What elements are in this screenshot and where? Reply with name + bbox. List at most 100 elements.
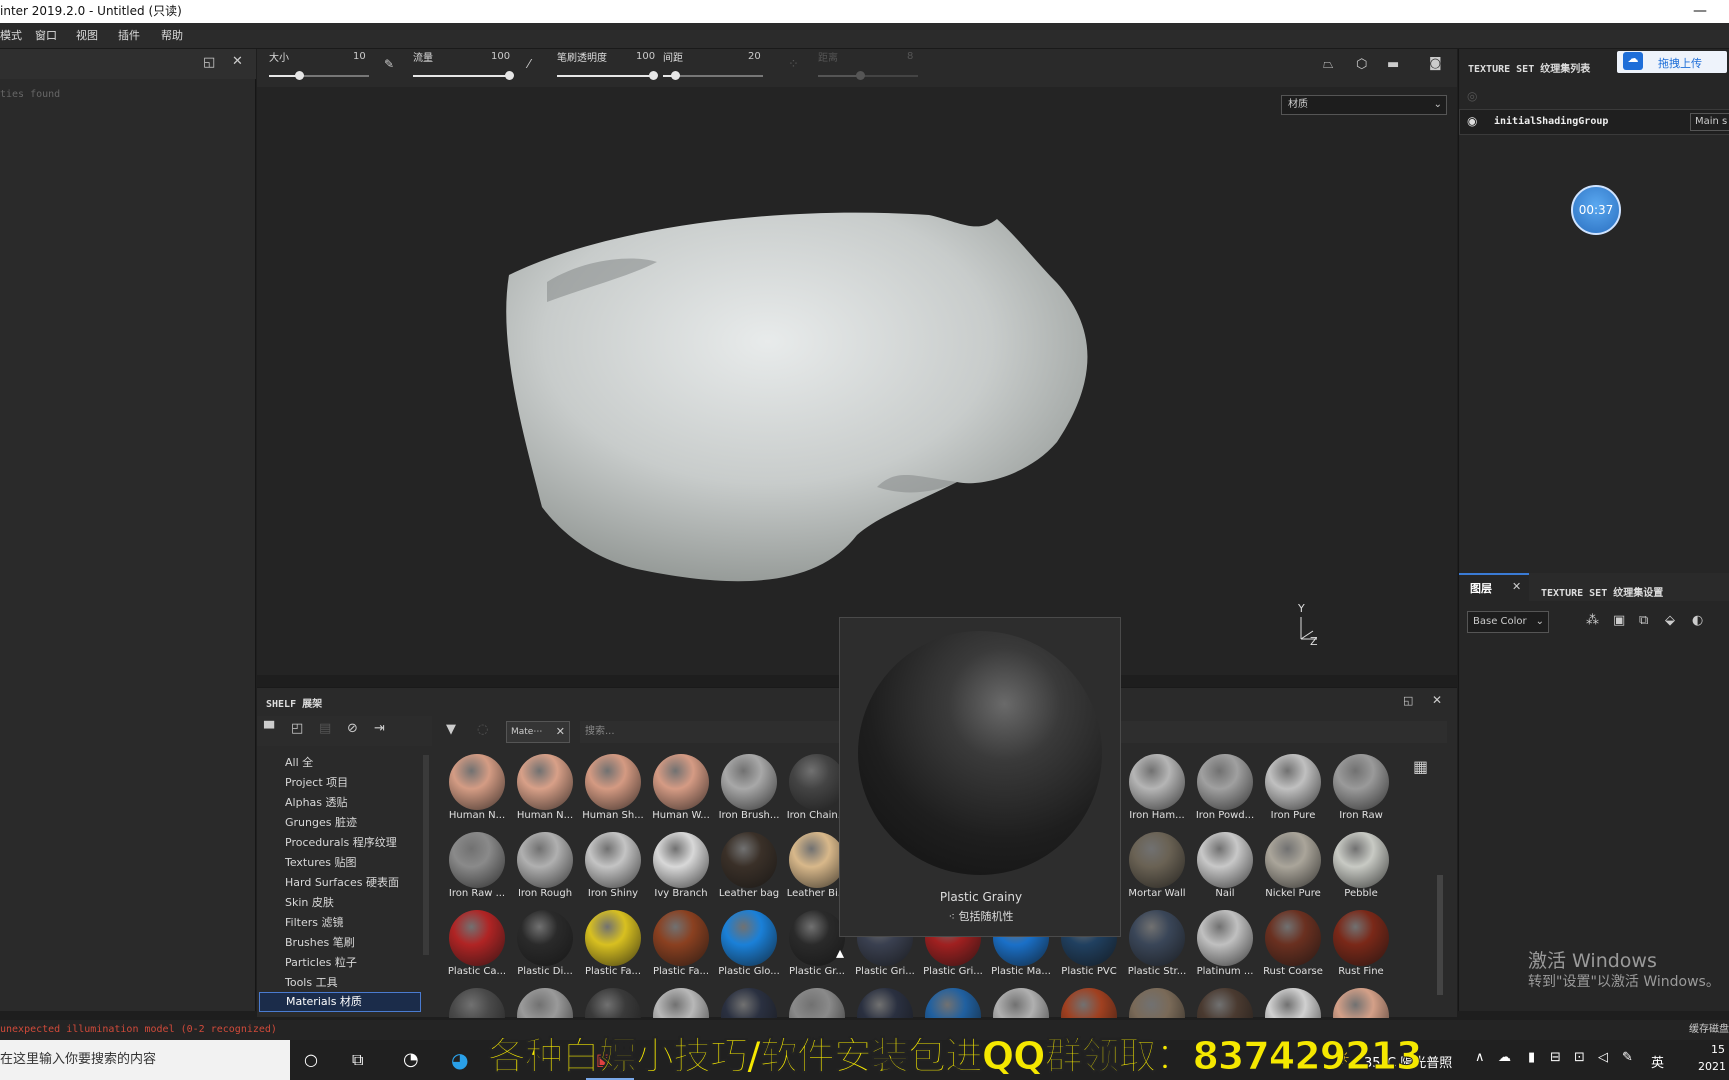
material-tile[interactable] (715, 986, 783, 1018)
material-tile[interactable]: Human Sh... (579, 752, 647, 828)
screenshot-icon[interactable]: ◙ (1429, 56, 1442, 71)
material-tile[interactable] (1055, 986, 1123, 1018)
cortana-icon[interactable]: ○ (304, 1050, 318, 1069)
float-panel-icon[interactable]: ◱ (1403, 694, 1413, 707)
close-icon[interactable]: ✕ (1512, 580, 1521, 593)
opacity-slider[interactable] (557, 71, 658, 80)
material-tile[interactable]: Iron Ham... (1123, 752, 1191, 828)
menu-mode[interactable]: 模式 (0, 23, 22, 49)
material-tile[interactable] (443, 986, 511, 1018)
material-tile[interactable] (987, 986, 1055, 1018)
clock-date[interactable]: 2021 (1698, 1060, 1726, 1073)
material-tile[interactable]: Nail (1191, 830, 1259, 906)
camera-video-icon[interactable]: ▬ (1387, 57, 1399, 72)
category-procedurals[interactable]: Procedurals 程序纹理 (285, 834, 397, 850)
flow-slider[interactable] (413, 71, 514, 80)
material-tile[interactable] (851, 986, 919, 1018)
add-layer-icon[interactable]: ⧉ (1639, 613, 1648, 628)
upload-button[interactable]: ☁ 拖拽上传 (1617, 51, 1727, 73)
material-tile[interactable]: Rust Fine (1327, 908, 1395, 984)
material-tile[interactable]: Leather bag (715, 830, 783, 906)
app-icon[interactable]: ◔ (403, 1049, 419, 1070)
material-tile[interactable]: Human N... (443, 752, 511, 828)
minimize-button[interactable]: — (1693, 0, 1707, 23)
menu-window[interactable]: 窗口 (35, 23, 57, 49)
edge-icon[interactable]: ◕ (451, 1048, 468, 1072)
material-tile[interactable]: Ivy Branch (647, 830, 715, 906)
filter-tag[interactable]: Mate⋯ ✕ (506, 721, 570, 743)
grid-scrollbar[interactable] (1437, 875, 1443, 995)
size-slider[interactable] (269, 71, 369, 80)
onedrive-icon[interactable]: ☁ (1498, 1050, 1511, 1065)
material-tile[interactable] (919, 986, 987, 1018)
category-scrollbar[interactable] (423, 755, 429, 955)
texture-set-row[interactable]: ◉ initialShadingGroup Main s (1459, 109, 1729, 135)
category-filters[interactable]: Filters 滤镜 (285, 914, 343, 930)
close-icon[interactable]: ✕ (556, 722, 565, 742)
grid-view-icon[interactable]: ▦ (1413, 757, 1428, 776)
material-tile[interactable] (1259, 986, 1327, 1018)
material-select[interactable]: 材质 ⌄ (1281, 95, 1447, 115)
import-icon[interactable]: ⇥ (374, 721, 385, 736)
category-all[interactable]: All 全 (285, 754, 313, 770)
channel-select[interactable]: Base Color ⌄ (1467, 611, 1549, 633)
tab-texture-set-settings[interactable]: TEXTURE SET 纹理集设置 (1541, 584, 1663, 599)
eye-icon[interactable]: ◉ (1467, 114, 1477, 128)
brush-icon[interactable]: ✎ (384, 57, 394, 71)
cube-icon[interactable]: ⬡ (1356, 57, 1367, 72)
refresh-icon[interactable]: ◌ (477, 722, 488, 737)
material-tile[interactable]: Iron Shiny (579, 830, 647, 906)
category-grunges[interactable]: Grunges 脏迹 (285, 814, 357, 830)
taskbar-search-input[interactable]: 在这里输入你要搜索的内容 (0, 1040, 290, 1080)
tray-app-icon[interactable]: ⊟ (1550, 1050, 1561, 1065)
main-shader-select[interactable]: Main s (1690, 113, 1729, 131)
tray-chevron-icon[interactable]: ∧ (1475, 1050, 1485, 1065)
task-view-icon[interactable]: ⧉ (352, 1050, 363, 1070)
material-tile[interactable]: Plastic Str... (1123, 908, 1191, 984)
add-fill-layer-icon[interactable]: ⬙ (1665, 613, 1675, 628)
float-panel-icon[interactable]: ◱ (203, 55, 215, 70)
folder-icon[interactable]: ▀ (264, 722, 274, 737)
category-brushes[interactable]: Brushes 笔刷 (285, 934, 355, 950)
new-shelf-icon[interactable]: ◰ (291, 721, 303, 736)
menu-view[interactable]: 视图 (76, 23, 98, 49)
material-tile[interactable]: Iron Raw (1327, 752, 1395, 828)
filter-icon[interactable]: ▼ (446, 722, 456, 737)
visibility-toggle-icon[interactable]: ◎ (1467, 89, 1477, 103)
material-tile[interactable]: Rust Coarse (1259, 908, 1327, 984)
add-mask-icon[interactable]: ▣ (1613, 613, 1625, 628)
ime-indicator[interactable]: 英 (1651, 1052, 1664, 1071)
category-textures[interactable]: Textures 贴图 (285, 854, 357, 870)
category-alphas[interactable]: Alphas 透贴 (285, 794, 348, 810)
clock-time[interactable]: 15 (1711, 1043, 1725, 1056)
perspective-icon[interactable]: ⏢ (1323, 57, 1333, 72)
hide-icon[interactable]: ⊘ (347, 721, 358, 736)
add-effect-icon[interactable]: ⁂ (1586, 613, 1599, 628)
material-tile[interactable] (511, 986, 579, 1018)
material-tile[interactable]: Pebble (1327, 830, 1395, 906)
network-icon[interactable]: ⊡ (1574, 1050, 1585, 1065)
category-skin[interactable]: Skin 皮肤 (285, 894, 334, 910)
lazy-mouse-icon[interactable]: ⁘ (788, 57, 799, 72)
save-icon[interactable]: ▤ (319, 721, 331, 736)
material-tile[interactable]: Iron Raw ... (443, 830, 511, 906)
material-tile[interactable]: Human W... (647, 752, 715, 828)
material-tile[interactable]: Plastic Fa... (579, 908, 647, 984)
material-tile[interactable] (579, 986, 647, 1018)
category-particles[interactable]: Particles 粒子 (285, 954, 357, 970)
material-tile[interactable]: Plastic Ca... (443, 908, 511, 984)
material-tile[interactable]: Plastic Glo... (715, 908, 783, 984)
material-tile[interactable]: Iron Rough (511, 830, 579, 906)
menu-plugins[interactable]: 插件 (118, 23, 140, 49)
category-hard-surfaces[interactable]: Hard Surfaces 硬表面 (285, 874, 399, 890)
material-tile[interactable]: Plastic Fa... (647, 908, 715, 984)
tab-layers[interactable]: 图层 ✕ (1459, 573, 1529, 601)
pen-icon[interactable]: ✎ (1622, 1050, 1633, 1065)
mic-icon[interactable]: ▮ (1528, 1050, 1535, 1065)
material-tile[interactable]: Nickel Pure (1259, 830, 1327, 906)
menu-help[interactable]: 帮助 (161, 23, 183, 49)
material-tile[interactable]: Platinum ... (1191, 908, 1259, 984)
category-project[interactable]: Project 项目 (285, 774, 348, 790)
close-icon[interactable]: ✕ (1432, 693, 1442, 707)
category-tools[interactable]: Tools 工具 (285, 974, 338, 990)
